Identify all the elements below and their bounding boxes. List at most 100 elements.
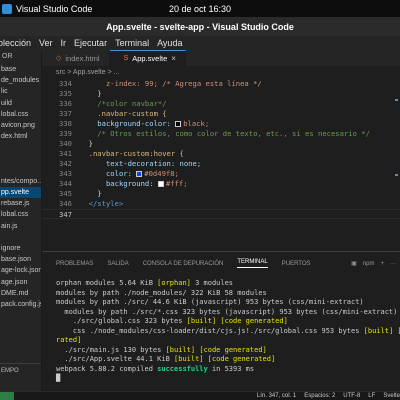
scroll-marker bbox=[395, 99, 398, 101]
more-actions-icon[interactable]: ··· bbox=[390, 261, 396, 267]
menu-help[interactable]: Ayuda bbox=[157, 38, 182, 48]
tab-index-html[interactable]: ◇ index.html bbox=[42, 50, 110, 66]
line-number: 336 bbox=[59, 99, 72, 108]
file-item[interactable]: de_modules bbox=[0, 75, 41, 86]
terminal-segment: in 5393 ms bbox=[207, 364, 255, 373]
html-file-icon: ◇ bbox=[56, 55, 62, 62]
remote-indicator[interactable] bbox=[0, 392, 14, 400]
code-text: } bbox=[80, 139, 93, 148]
menu-view[interactable]: Ver bbox=[39, 38, 53, 48]
line-number: 343 bbox=[59, 169, 72, 178]
menu-selection[interactable]: olección bbox=[0, 38, 31, 48]
file-item[interactable]: age.json bbox=[0, 277, 41, 288]
terminal-segment: [code generated] bbox=[207, 355, 276, 363]
menu-go[interactable]: Ir bbox=[61, 38, 67, 48]
tab-app-svelte[interactable]: S App.svelte × bbox=[109, 50, 186, 66]
tab-terminal[interactable]: TERMINAL bbox=[237, 259, 268, 268]
scroll-marker bbox=[395, 174, 398, 176]
tab-debug-console[interactable]: CONSOLA DE DEPURACIÓN bbox=[143, 261, 224, 267]
line-number: 346 bbox=[59, 199, 72, 208]
file-item[interactable]: avicon.png bbox=[0, 120, 41, 131]
terminal-segment: ./src/App.svelte 44.1 KiB bbox=[56, 355, 175, 363]
terminal-segment: █ bbox=[56, 374, 61, 382]
code-text: .navbar-custom:hover { bbox=[80, 149, 184, 158]
close-icon[interactable]: × bbox=[171, 54, 176, 63]
file-item[interactable]: rebase.js bbox=[0, 198, 41, 209]
breadcrumb[interactable]: src > App.svelte > ... bbox=[42, 66, 400, 79]
code-text: background-color: black; bbox=[80, 119, 210, 128]
file-item[interactable]: age-lock.json bbox=[0, 265, 41, 276]
add-terminal-icon[interactable]: + bbox=[380, 261, 384, 267]
terminal-segment: webpack 5.88.2 compiled bbox=[56, 364, 158, 373]
tab-output[interactable]: SALIDA bbox=[107, 261, 128, 267]
terminal-segment: 3 modules bbox=[190, 279, 234, 287]
code-line[interactable]: 347 bbox=[42, 209, 400, 219]
file-item[interactable]: base bbox=[0, 64, 41, 75]
code-line[interactable]: 345 } bbox=[42, 189, 400, 199]
window-title-bar: App.svelte - svelte-app - Visual Studio … bbox=[0, 17, 400, 36]
file-item[interactable]: lic bbox=[0, 86, 41, 97]
file-item[interactable] bbox=[0, 154, 41, 165]
explorer-sidebar: OR base de_modules lic uild lobal.css avicon.… bbox=[0, 50, 42, 391]
menu-terminal[interactable]: Terminal bbox=[115, 38, 149, 48]
file-item[interactable] bbox=[0, 142, 41, 153]
cursor-position[interactable]: Lín. 347, col. 1 bbox=[257, 393, 296, 399]
code-line[interactable]: 346 </style> bbox=[42, 199, 400, 209]
tab-ports[interactable]: PUERTOS bbox=[282, 261, 311, 267]
file-item[interactable] bbox=[0, 232, 41, 243]
active-app-name: Visual Studio Code bbox=[16, 3, 93, 14]
file-item[interactable]: lobal.css bbox=[0, 209, 41, 220]
indentation[interactable]: Espacios: 2 bbox=[304, 393, 335, 399]
encoding[interactable]: UTF-8 bbox=[343, 393, 360, 399]
file-item[interactable]: ignore bbox=[0, 243, 41, 254]
code-editor[interactable]: 334 z-index: 99; /* Agrega esta línea */… bbox=[42, 79, 400, 251]
code-line[interactable]: 337 .navbar-custom { bbox=[42, 109, 400, 119]
tab-problems[interactable]: PROBLEMAS bbox=[56, 261, 93, 267]
code-text: .navbar-custom { bbox=[80, 109, 167, 118]
menu-run[interactable]: Ejecutar bbox=[74, 38, 107, 48]
code-line[interactable]: 343 color: #0d49f8; bbox=[42, 169, 400, 179]
code-line[interactable]: 338 background-color: black; bbox=[42, 119, 400, 129]
file-item[interactable]: DME.md bbox=[0, 288, 41, 299]
code-line[interactable]: 342 text-decoration: none; bbox=[42, 159, 400, 169]
file-item[interactable]: base.json bbox=[0, 254, 41, 265]
file-item[interactable]: ntes/compo... bbox=[0, 176, 41, 187]
color-swatch[interactable] bbox=[136, 171, 143, 177]
terminal-line: ./src/global.css 323 bytes [built] [code… bbox=[56, 317, 400, 327]
terminal-shell-label[interactable]: npm bbox=[363, 261, 375, 267]
end-of-line[interactable]: LF bbox=[368, 393, 375, 399]
file-item[interactable]: lobal.css bbox=[0, 109, 41, 120]
file-item[interactable]: dex.html bbox=[0, 131, 41, 142]
timeline-section[interactable]: EMPO bbox=[0, 363, 41, 377]
file-item[interactable]: pack.config.js bbox=[0, 299, 41, 310]
terminal-line: modules by path ./src/ 44.6 KiB (javascr… bbox=[56, 298, 400, 308]
editor-scrollbar[interactable] bbox=[390, 79, 400, 251]
file-item[interactable]: ain.js bbox=[0, 221, 41, 232]
terminal-segment: successfully bbox=[157, 364, 208, 373]
system-top-bar: Visual Studio Code 20 de oct 16:30 bbox=[0, 0, 400, 17]
terminal-output[interactable]: orphan modules 5.64 KiB [orphan] 3 modul… bbox=[42, 275, 400, 389]
code-line[interactable]: 344 background: #fff; bbox=[42, 179, 400, 189]
color-swatch[interactable] bbox=[157, 181, 164, 187]
code-line[interactable]: 339 /* Otros estilos, como color de text… bbox=[42, 129, 400, 139]
color-swatch[interactable] bbox=[175, 121, 182, 127]
code-line[interactable]: 334 z-index: 99; /* Agrega esta línea */ bbox=[42, 79, 400, 89]
file-item[interactable] bbox=[0, 165, 41, 176]
code-line[interactable]: 341 .navbar-custom:hover { bbox=[42, 149, 400, 159]
terminal-shell-icon[interactable]: ▣ bbox=[351, 260, 357, 267]
line-number: 347 bbox=[59, 210, 72, 219]
terminal-line: █ bbox=[56, 374, 400, 384]
file-item[interactable]: uild bbox=[0, 98, 41, 109]
terminal-segment: [built] bbox=[165, 345, 196, 354]
code-line[interactable]: 340 } bbox=[42, 139, 400, 149]
css-value: black; bbox=[183, 119, 210, 128]
code-line[interactable]: 336 /*color navbar*/ bbox=[42, 99, 400, 109]
language-mode[interactable]: Svelte bbox=[383, 393, 400, 399]
file-item[interactable]: pp.svelte bbox=[0, 187, 41, 199]
line-number: 339 bbox=[59, 129, 72, 138]
svelte-file-icon: S bbox=[123, 55, 129, 62]
active-app-indicator[interactable]: Visual Studio Code bbox=[0, 3, 93, 14]
line-number: 338 bbox=[59, 119, 72, 128]
terminal-segment: [orphan] bbox=[157, 279, 191, 287]
code-line[interactable]: 335 } bbox=[42, 89, 400, 99]
